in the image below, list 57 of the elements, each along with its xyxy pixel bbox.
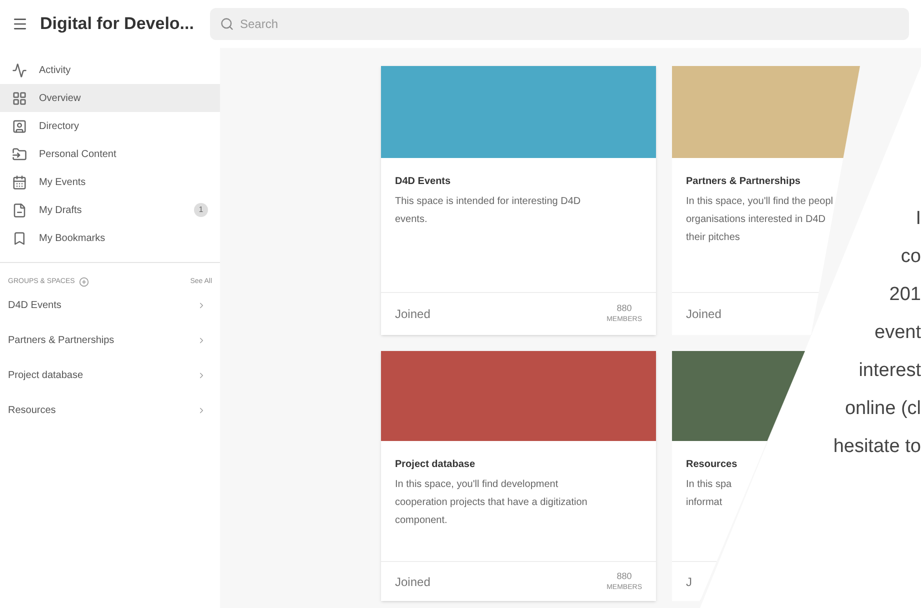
sidebar-item[interactable]: Activity [0, 56, 220, 84]
group-item[interactable]: Partners & Partnerships [0, 322, 220, 358]
card-description: In this space, you'll find the peopl [686, 195, 834, 209]
card-description: This space is intended for interesting D4D [395, 195, 581, 209]
card-title: Project database [395, 458, 476, 472]
joined-status: Joined [686, 306, 722, 323]
overlay-text: 201 [889, 283, 921, 307]
count-badge: 1 [194, 203, 208, 217]
sidebar-item[interactable]: My Bookmarks [0, 224, 220, 252]
card-title: D4D Events [395, 175, 452, 189]
search-input[interactable]: Search [240, 15, 395, 33]
app-title: Digital for Develo... [40, 13, 194, 36]
folder-icon [12, 146, 27, 162]
card-title: Resources [686, 458, 738, 472]
sidebar-item[interactable]: Personal Content [0, 140, 220, 168]
card-title: Partners & Partnerships [686, 175, 802, 189]
joined-status: Joined [395, 306, 430, 323]
group-item[interactable]: Project database [0, 358, 220, 392]
member-count: 880 [616, 570, 632, 582]
chevron-icon [197, 336, 206, 344]
overlay-text: online (cl [844, 397, 921, 421]
overlay-text: hesitate to [833, 435, 921, 459]
overlay-text: event [874, 321, 921, 345]
document-icon [12, 202, 27, 218]
joined-status: Joined [395, 574, 430, 590]
overlay-text: interest [858, 359, 921, 383]
menu-icon[interactable] [12, 16, 28, 32]
chevron-icon [197, 406, 206, 414]
sidebar-item[interactable]: Overview [0, 84, 220, 112]
card-description: In this spa [686, 478, 732, 492]
calendar-icon [12, 174, 27, 190]
pulse-icon [12, 62, 27, 78]
card-description: component. [395, 514, 448, 528]
overlay-text: co [900, 245, 921, 269]
sidebar-item[interactable]: My Events [0, 168, 220, 196]
add-icon[interactable] [78, 277, 89, 288]
card-description: events. [395, 213, 428, 227]
grid-icon [12, 90, 27, 106]
joined-status: J [686, 574, 692, 590]
chevron-icon [197, 300, 206, 310]
sidebar-item[interactable]: My Drafts 1 [0, 196, 220, 224]
bookmark-icon [12, 230, 27, 246]
group-item[interactable]: Resources [0, 392, 220, 428]
group-item[interactable]: D4D Events [0, 288, 220, 322]
search-icon [220, 17, 234, 31]
search-field[interactable]: Search [210, 8, 909, 40]
card-description: cooperation projects that have a digitization [395, 496, 588, 510]
contact-card-icon [12, 118, 27, 134]
chevron-icon [197, 370, 206, 380]
card-description: their pitches [686, 231, 740, 245]
space-card[interactable]: Partners & Partnerships In this space, you'll find the peopl organisations interested in D4D their pitches Joined [672, 66, 860, 335]
member-count: 880 [616, 303, 632, 314]
sidebar-item[interactable]: Directory [0, 112, 220, 140]
overlay-text: I [916, 207, 921, 231]
card-description: In this space, you'll find development [395, 478, 558, 492]
card-description: organisations interested in D4D [686, 213, 826, 227]
card-description: informat [686, 496, 722, 510]
